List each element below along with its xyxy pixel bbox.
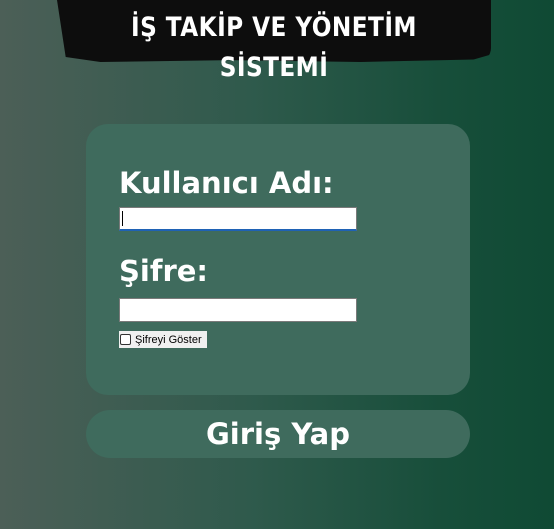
password-label: Şifre: (119, 254, 209, 288)
password-input[interactable] (119, 298, 357, 322)
username-label: Kullanıcı Adı: (119, 166, 334, 200)
username-input[interactable] (119, 207, 357, 231)
show-password-label: Şifreyi Göster (135, 333, 202, 346)
checkbox-box[interactable] (120, 334, 131, 345)
login-button[interactable]: Giriş Yap (86, 410, 470, 458)
show-password-checkbox[interactable]: Şifreyi Göster (119, 331, 207, 348)
app-title: İŞ TAKİP VE YÖNETİM SİSTEMİ (131, 12, 417, 83)
text-caret (122, 211, 123, 226)
